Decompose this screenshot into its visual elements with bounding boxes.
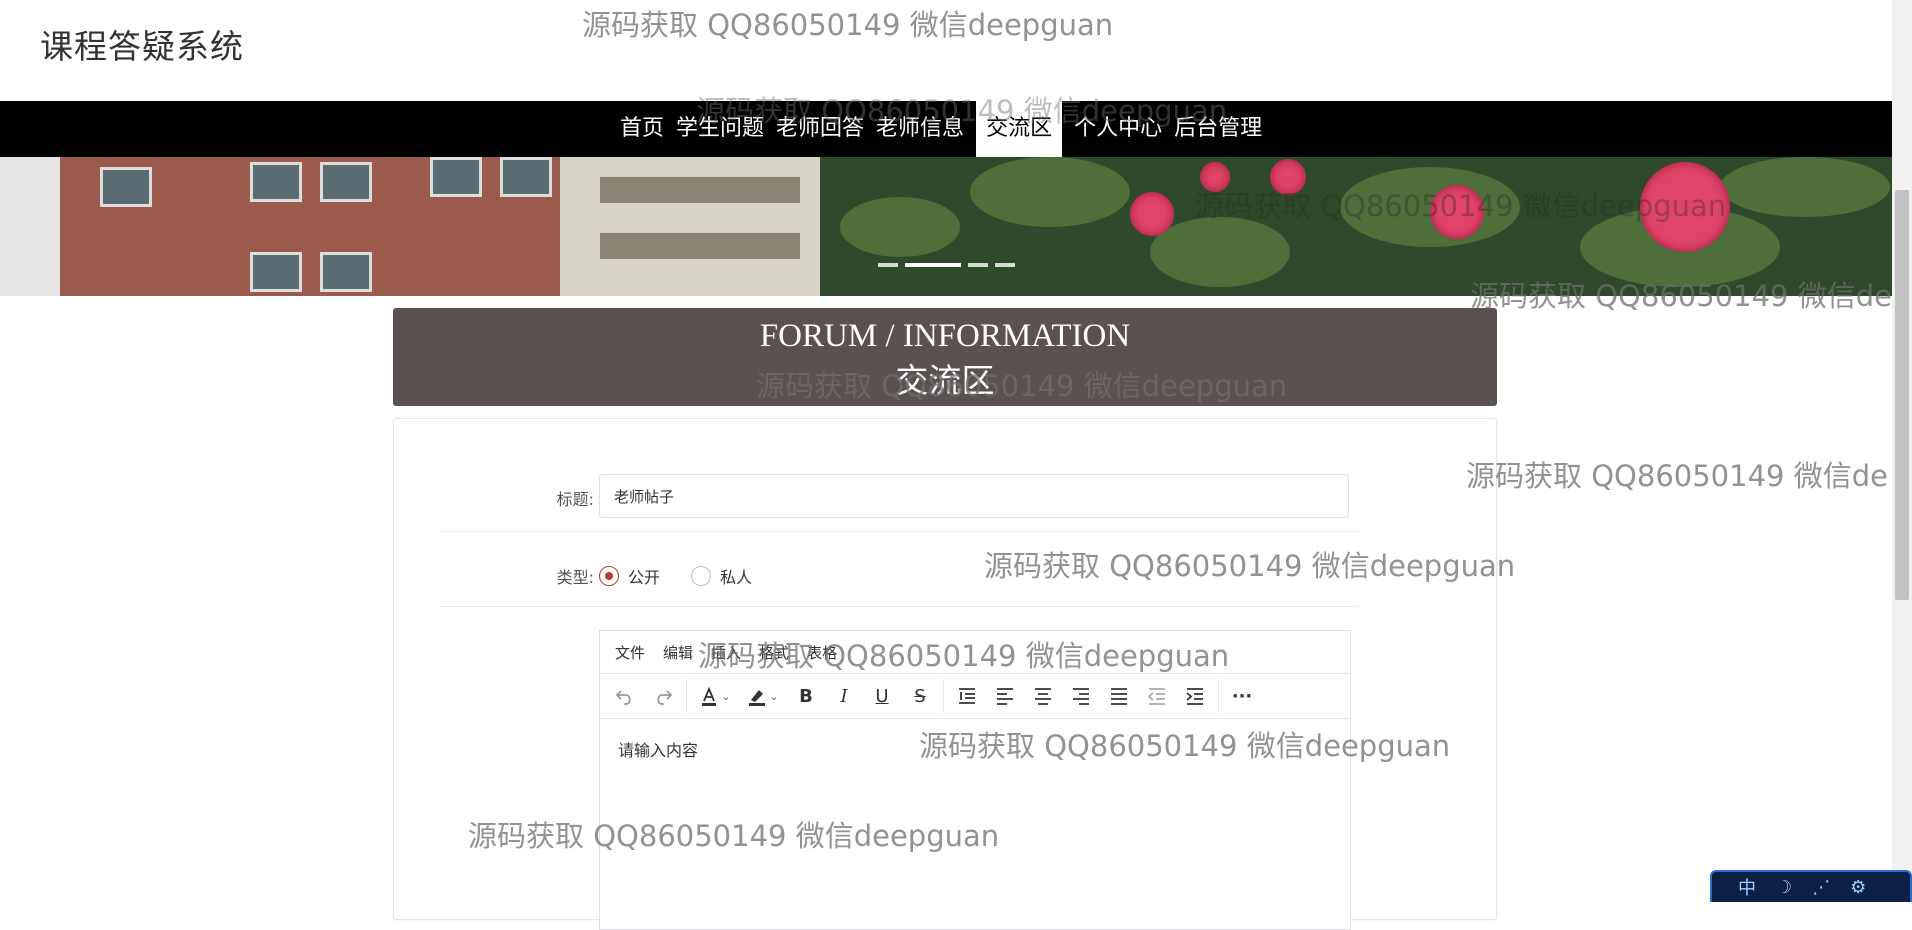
- menu-edit[interactable]: 编辑: [654, 642, 702, 663]
- align-right-icon[interactable]: [1062, 678, 1100, 714]
- ime-toolbar[interactable]: 中 ☽ ⋰ ⚙: [1710, 870, 1912, 902]
- radio-private-circle[interactable]: [691, 566, 711, 586]
- undo-icon[interactable]: [606, 678, 644, 714]
- section-title-en: FORUM / INFORMATION: [759, 318, 1131, 354]
- menu-insert[interactable]: 插入: [702, 642, 750, 663]
- indent-icon[interactable]: [1176, 678, 1214, 714]
- banner-building-left: [60, 157, 560, 296]
- menu-file[interactable]: 文件: [606, 642, 654, 663]
- divider: [439, 606, 1359, 607]
- title-label: 标题:: [556, 490, 594, 509]
- watermark: 源码获取 QQ86050149 微信deepguan: [582, 8, 1114, 42]
- watermark: 源码获取 QQ86050149 微信de: [1466, 459, 1888, 493]
- align-center-icon[interactable]: [1024, 678, 1062, 714]
- bold-icon[interactable]: B: [787, 678, 825, 714]
- banner-camellia: [820, 157, 1892, 296]
- share-icon[interactable]: ⋰: [1812, 877, 1830, 898]
- more-icon[interactable]: ···: [1223, 678, 1261, 714]
- type-label: 类型:: [556, 568, 594, 587]
- radio-public-label: 公开: [628, 568, 661, 587]
- banner-sky: [0, 157, 60, 296]
- highlight-color-icon[interactable]: ⌄: [739, 678, 787, 714]
- font-color-icon[interactable]: ⌄: [691, 678, 739, 714]
- strikethrough-icon[interactable]: S: [901, 678, 939, 714]
- line-height-icon[interactable]: [948, 678, 986, 714]
- nav-item-teacher-info[interactable]: 老师信息: [870, 101, 970, 157]
- align-left-icon[interactable]: [986, 678, 1024, 714]
- menu-format[interactable]: 格式: [750, 642, 798, 663]
- editor-menubar: 文件 编辑 插入 格式 表格: [600, 631, 1350, 674]
- main-navbar: 首页 学生问题 老师回答 老师信息 交流区 个人中心 后台管理: [0, 101, 1892, 157]
- banner-carousel[interactable]: [0, 157, 1892, 296]
- rich-text-editor: 文件 编辑 插入 格式 表格 ⌄ ⌄ B I U S ··· 请输入内容: [599, 630, 1351, 930]
- title-input[interactable]: [599, 474, 1349, 518]
- nav-item-teacher-answers[interactable]: 老师回答: [770, 101, 870, 157]
- post-form: 标题: 类型: 公开 私人 文件 编辑 插入 格式 表格: [393, 418, 1497, 930]
- radio-public-circle[interactable]: [599, 566, 619, 586]
- carousel-dot[interactable]: [968, 263, 988, 267]
- carousel-dot[interactable]: [995, 263, 1015, 267]
- redo-icon[interactable]: [644, 678, 682, 714]
- carousel-dot[interactable]: [878, 263, 898, 267]
- type-radio-public[interactable]: 公开: [599, 564, 660, 588]
- editor-content[interactable]: 请输入内容: [600, 719, 1350, 779]
- moon-icon[interactable]: ☽: [1776, 877, 1792, 898]
- justify-icon[interactable]: [1100, 678, 1138, 714]
- underline-icon[interactable]: U: [863, 678, 901, 714]
- nav-item-home[interactable]: 首页: [614, 101, 670, 157]
- nav-items: 首页 学生问题 老师回答 老师信息 交流区 个人中心 后台管理: [614, 101, 1268, 157]
- section-title-zh: 交流区: [895, 361, 995, 400]
- banner-building-right: [560, 157, 820, 296]
- menu-table[interactable]: 表格: [798, 642, 846, 663]
- type-radio-private[interactable]: 私人: [691, 564, 752, 588]
- section-header: FORUM / INFORMATION 交流区: [393, 308, 1497, 406]
- ime-mode[interactable]: 中: [1738, 874, 1756, 900]
- toolbar-separator: [943, 679, 944, 713]
- italic-icon[interactable]: I: [825, 678, 863, 714]
- divider: [439, 531, 1359, 532]
- site-title: 课程答疑系统: [40, 27, 244, 66]
- nav-item-personal-center[interactable]: 个人中心: [1068, 101, 1168, 157]
- nav-item-admin[interactable]: 后台管理: [1168, 101, 1268, 157]
- nav-item-forum[interactable]: 交流区: [976, 101, 1063, 157]
- toolbar-separator: [686, 679, 687, 713]
- radio-private-label: 私人: [720, 568, 753, 587]
- editor-toolbar: ⌄ ⌄ B I U S ···: [600, 674, 1350, 719]
- outdent-icon[interactable]: [1138, 678, 1176, 714]
- gear-icon[interactable]: ⚙: [1850, 877, 1866, 898]
- carousel-dot-active[interactable]: [905, 263, 961, 267]
- nav-item-student-questions[interactable]: 学生问题: [670, 101, 770, 157]
- scrollbar-thumb[interactable]: [1895, 190, 1909, 600]
- toolbar-separator: [1218, 679, 1219, 713]
- page-scrollbar[interactable]: [1892, 0, 1912, 902]
- carousel-indicators: [878, 263, 1015, 267]
